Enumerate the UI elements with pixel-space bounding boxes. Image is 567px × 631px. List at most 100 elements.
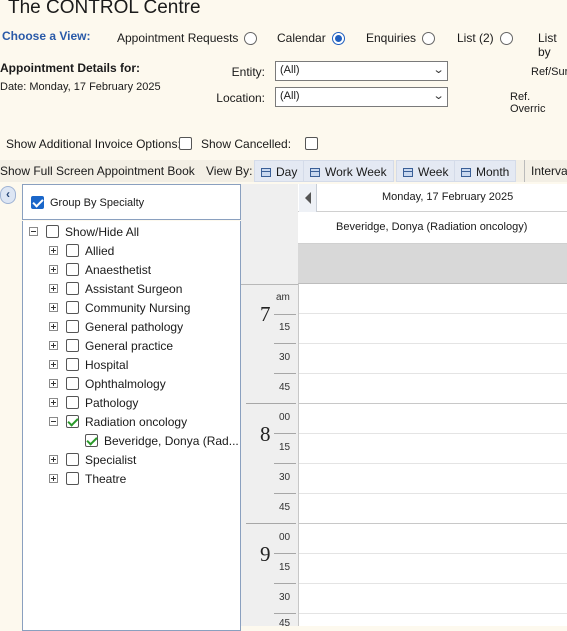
time-tick	[274, 493, 296, 494]
entity-select[interactable]: (All) ⌄	[275, 61, 448, 81]
tree-row-ophthalmology[interactable]: Ophthalmology	[49, 374, 166, 393]
calendar-icon	[310, 168, 320, 177]
full-screen-button[interactable]: Show Full Screen Appointment Book	[0, 160, 201, 182]
tree-row-anaesthetist[interactable]: Anaesthetist	[49, 260, 151, 279]
show-cancelled-checkbox[interactable]	[305, 137, 319, 150]
view-option-label: List by	[538, 31, 557, 59]
specialty-checkbox[interactable]	[66, 339, 79, 352]
show-hide-all-checkbox[interactable]	[46, 225, 59, 238]
specialty-checkbox[interactable]	[66, 377, 79, 390]
specialty-checkbox[interactable]	[66, 263, 79, 276]
tree-row-allied[interactable]: Allied	[49, 241, 114, 260]
all-day-area[interactable]	[298, 244, 567, 284]
minute-label: 45	[279, 382, 291, 393]
view-work-week-button[interactable]: Work Week	[303, 160, 394, 182]
tree-row-pathology[interactable]: Pathology	[49, 393, 138, 412]
group-by-label: Group By Specialty	[50, 196, 145, 209]
view-option-enquiries[interactable]: Enquiries	[366, 31, 436, 45]
expand-icon[interactable]	[49, 455, 58, 464]
practitioner-checkbox[interactable]	[85, 434, 98, 447]
tree-row-general-practice[interactable]: General practice	[49, 336, 173, 355]
view-day-button[interactable]: Day	[254, 160, 305, 182]
expand-icon[interactable]	[49, 322, 58, 331]
hour-tick	[246, 523, 296, 524]
specialty-checkbox[interactable]	[66, 301, 79, 314]
expand-icon[interactable]	[49, 246, 58, 255]
tree-row-assistant-surgeon[interactable]: Assistant Surgeon	[49, 279, 182, 298]
specialty-checkbox[interactable]	[66, 282, 79, 295]
slot-line	[299, 553, 567, 554]
specialty-label: Ophthalmology	[85, 376, 166, 391]
group-by-checkbox[interactable]	[31, 196, 44, 209]
view-option-calendar[interactable]: Calendar	[277, 31, 345, 45]
radio-enquiries[interactable]	[422, 31, 436, 45]
view-option-list[interactable]: List (2)	[457, 31, 513, 45]
specialty-checkbox[interactable]	[66, 358, 79, 371]
specialty-tree: Show/Hide All Allied Anaesthetist Assist…	[22, 221, 241, 631]
slot-line	[299, 583, 567, 584]
specialty-label: Hospital	[85, 357, 129, 372]
minute-label: 30	[279, 472, 291, 483]
view-week-label: Week	[418, 165, 449, 179]
practitioner-label: Beveridge, Donya (Rad...	[104, 433, 239, 448]
radio-list[interactable]	[499, 31, 513, 45]
specialty-checkbox[interactable]	[66, 415, 79, 428]
expand-icon[interactable]	[49, 474, 58, 483]
tree-row-radiation-oncology[interactable]: Radiation oncology	[49, 412, 187, 431]
location-select[interactable]: (All) ⌄	[275, 87, 448, 107]
radio-calendar[interactable]	[331, 31, 345, 45]
hour-line	[299, 403, 567, 404]
expand-icon[interactable]	[49, 379, 58, 388]
time-tick	[274, 433, 296, 434]
hour-label: 7	[260, 302, 271, 326]
view-option-list-by[interactable]: List by	[538, 31, 567, 59]
expand-icon[interactable]	[49, 284, 58, 293]
specialty-checkbox[interactable]	[66, 244, 79, 257]
tree-row-practitioner[interactable]: Beveridge, Donya (Rad...	[85, 431, 239, 450]
hour-label: 8	[260, 422, 271, 446]
specialty-label: Assistant Surgeon	[85, 281, 183, 296]
view-month-button[interactable]: Month	[454, 160, 517, 182]
interval-label[interactable]: Interva	[524, 160, 567, 182]
specialty-label: Anaesthetist	[85, 262, 152, 277]
minute-label: 30	[279, 592, 291, 603]
collapse-panel-button[interactable]: ‹	[0, 186, 16, 204]
tree-row-theatre[interactable]: Theatre	[49, 469, 126, 488]
tree-row-hospital[interactable]: Hospital	[49, 355, 128, 374]
expand-icon[interactable]	[49, 303, 58, 312]
details-heading: Appointment Details for:	[0, 61, 140, 75]
collapse-icon[interactable]	[29, 227, 38, 236]
tree-row-show-hide-all[interactable]: Show/Hide All	[29, 222, 139, 241]
specialty-label: General practice	[85, 338, 174, 353]
time-divider	[241, 284, 298, 285]
view-option-label: Appointment Requests	[117, 31, 239, 45]
time-tick	[274, 463, 296, 464]
specialty-label: Pathology	[85, 395, 139, 410]
radio-appointment-requests[interactable]	[244, 31, 258, 45]
specialty-label: Specialist	[85, 452, 137, 467]
group-by-specialty-option[interactable]: Group By Specialty	[31, 193, 144, 212]
expand-icon[interactable]	[49, 341, 58, 350]
additional-invoice-checkbox[interactable]	[179, 137, 192, 150]
tree-row-general-pathology[interactable]: General pathology	[49, 317, 183, 336]
expand-icon[interactable]	[49, 265, 58, 274]
expand-icon[interactable]	[49, 360, 58, 369]
collapse-icon[interactable]	[49, 417, 58, 426]
resource-name[interactable]: Beveridge, Donya (Radiation oncology)	[336, 221, 527, 233]
time-tick	[274, 314, 296, 315]
view-by-label: View By:	[206, 164, 253, 178]
calendar-date-header: Monday, 17 February 2025	[382, 191, 514, 203]
view-option-appointment-requests[interactable]: Appointment Requests	[117, 31, 258, 45]
specialty-checkbox[interactable]	[66, 320, 79, 333]
view-week-button[interactable]: Week	[396, 160, 456, 182]
show-cancelled-label: Show Cancelled:	[201, 137, 292, 151]
specialty-checkbox[interactable]	[66, 396, 79, 409]
expand-icon[interactable]	[49, 398, 58, 407]
tree-row-community-nursing[interactable]: Community Nursing	[49, 298, 190, 317]
day-slots[interactable]	[298, 284, 567, 626]
entity-label: Entity:	[231, 65, 265, 79]
tree-row-specialist[interactable]: Specialist	[49, 450, 136, 469]
previous-date-button[interactable]	[299, 184, 317, 212]
specialty-checkbox[interactable]	[66, 453, 79, 466]
specialty-checkbox[interactable]	[66, 472, 79, 485]
